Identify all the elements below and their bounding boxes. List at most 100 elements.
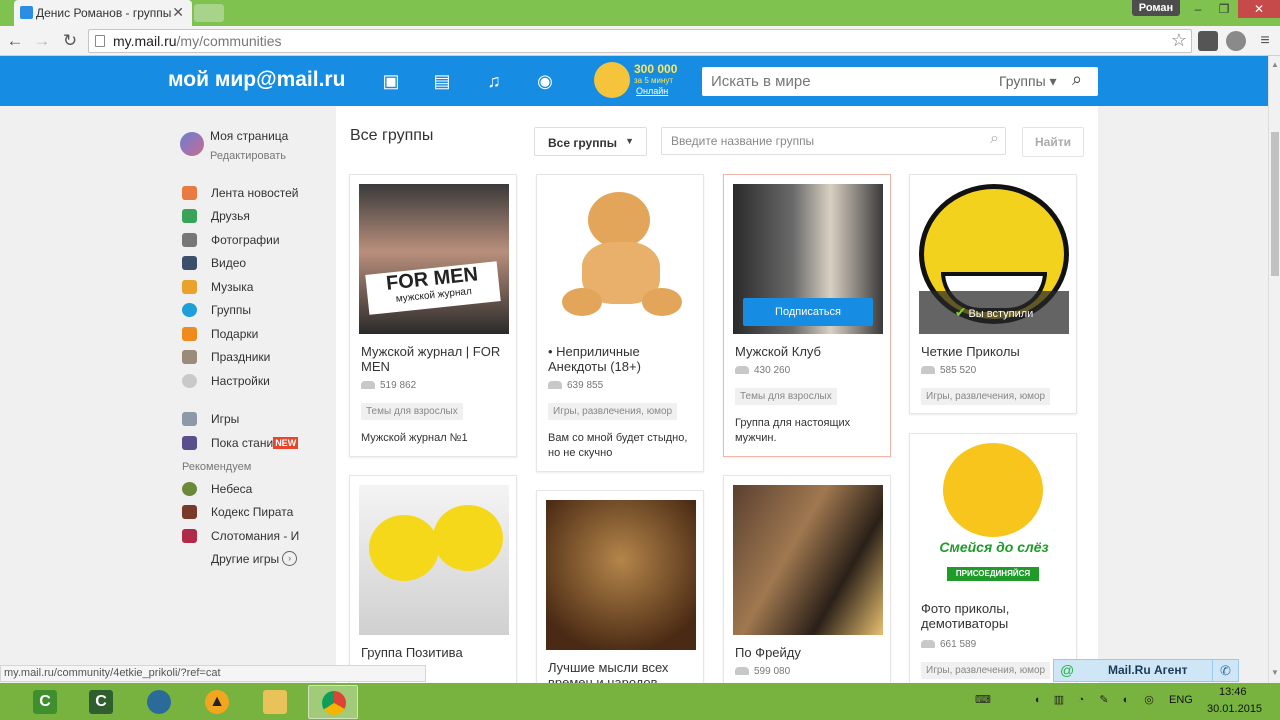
tray-pen-icon[interactable]: ✎ (1096, 692, 1112, 708)
new-tab-button[interactable] (194, 4, 224, 22)
group-image[interactable]: Смейся до слёз ПРИСОЕДИНЯЙСЯ (919, 443, 1069, 593)
scroll-down-icon[interactable]: ▼ (1271, 668, 1279, 677)
reload-icon[interactable]: ↻ (59, 30, 81, 52)
group-category[interactable]: Игры, развлечения, юмор (921, 388, 1051, 405)
extension-icon[interactable] (1198, 31, 1218, 51)
taskbar-app-shield[interactable] (134, 685, 184, 719)
taskbar-app-explorer[interactable] (250, 685, 300, 719)
close-window-icon[interactable]: ✕ (1238, 0, 1280, 18)
taskbar-app-aimp[interactable]: ▲ (192, 685, 242, 719)
group-name[interactable]: Фото приколы, демотиваторы (921, 601, 1071, 631)
language-indicator[interactable]: ENG (1169, 694, 1193, 706)
tray-update-icon[interactable]: ◐ (1118, 692, 1134, 708)
group-name[interactable]: Мужской Клуб (735, 344, 885, 359)
close-tab-icon[interactable]: ✕ (172, 4, 184, 21)
group-name[interactable]: • Неприличные Анекдоты (18+) (548, 344, 698, 374)
sidebar-item-music[interactable]: Музыка (182, 279, 253, 297)
bell-icon[interactable]: ♫ (483, 70, 505, 92)
subscribe-button[interactable]: Подписаться (743, 298, 873, 326)
group-card[interactable]: Смейся до слёз ПРИСОЕДИНЯЙСЯ Фото прикол… (909, 433, 1077, 695)
sidebar-item-photos[interactable]: Фотографии (182, 232, 280, 250)
gamepad-icon[interactable]: ◉ (534, 70, 556, 92)
group-image[interactable] (546, 184, 696, 334)
mailru-agent-bar[interactable]: @ Mail.Ru Агент ✆ (1053, 659, 1239, 682)
members-count: 430 260 (754, 365, 791, 376)
speaker-icon[interactable]: ◖ (1029, 692, 1045, 708)
global-search-input[interactable] (702, 67, 982, 96)
sidebar-item-game-sloto[interactable]: Слотомания - И (182, 528, 299, 546)
sidebar-item-game-poka[interactable]: Пока стани NEW (182, 435, 299, 453)
browser-tab[interactable]: Денис Романов - группы ✕ (14, 0, 192, 26)
group-card[interactable]: FOR MEN мужской журнал Мужской журнал | … (349, 174, 517, 457)
restore-icon[interactable]: ❐ (1212, 0, 1236, 18)
gear-icon (182, 373, 197, 388)
chat-icon[interactable]: ▤ (431, 70, 453, 92)
find-button[interactable]: Найти (1022, 127, 1084, 157)
messages-icon[interactable]: ▣ (380, 70, 402, 92)
tray-agent-icon[interactable]: ◎ (1141, 692, 1157, 708)
site-logo[interactable]: мой мир@mail.ru (168, 68, 345, 92)
scroll-thumb[interactable] (1271, 132, 1279, 276)
page-scrollbar[interactable]: ▲ ▼ (1268, 56, 1280, 683)
bookmark-star-icon[interactable]: ☆ (1171, 30, 1187, 51)
more-games-link[interactable]: Другие игры › (211, 551, 298, 569)
clock-date[interactable]: 30.01.2015 (1207, 703, 1262, 715)
url-bar[interactable]: my.mail.ru/my/communities ☆ (88, 29, 1192, 53)
group-image[interactable] (359, 485, 509, 635)
promo-link[interactable]: Онлайн (636, 86, 668, 96)
avatar[interactable] (180, 132, 204, 156)
clock-time[interactable]: 13:46 (1219, 686, 1247, 698)
sidebar-item-news[interactable]: Лента новостей (182, 185, 299, 203)
group-card[interactable]: Группа Позитива (349, 475, 517, 695)
group-search-input[interactable] (662, 128, 962, 154)
extension-globe-icon[interactable] (1226, 31, 1246, 51)
group-card[interactable]: Лучшие мысли всех времен и народов (536, 490, 704, 695)
group-name[interactable]: Группа Позитива (361, 645, 511, 660)
sidebar-item-groups[interactable]: Группы (182, 302, 251, 320)
group-name[interactable]: Четкие Приколы (921, 344, 1071, 359)
group-image[interactable]: FOR MEN мужской журнал (359, 184, 509, 334)
tray-app-icon[interactable]: ◔ (1073, 692, 1089, 708)
search-scope-dropdown[interactable]: Группы ▾ (999, 73, 1057, 90)
sidebar-item-game-pirate[interactable]: Кодекс Пирата (182, 504, 293, 522)
scroll-up-icon[interactable]: ▲ (1271, 60, 1279, 69)
group-category[interactable]: Темы для взрослых (361, 403, 463, 420)
sidebar-item-holidays[interactable]: Праздники (182, 349, 270, 367)
minimize-icon[interactable]: – (1186, 0, 1210, 18)
sidebar-item-gifts[interactable]: Подарки (182, 326, 258, 344)
taskbar-app-chrome[interactable] (308, 685, 358, 719)
sidebar-item-games[interactable]: Игры (182, 411, 239, 429)
group-image[interactable]: Подписаться (733, 184, 883, 334)
group-category[interactable]: Игры, развлечения, юмор (921, 662, 1051, 679)
network-icon[interactable]: ▥ (1051, 692, 1067, 708)
taskbar-app-camtasia[interactable]: C (20, 685, 70, 719)
back-icon[interactable]: ← (4, 30, 26, 52)
groups-filter-dropdown[interactable]: Все группы ▼ (534, 127, 647, 156)
group-card[interactable]: По Фрейду 599 080 (723, 475, 891, 695)
search-icon[interactable]: ⌕ (1072, 69, 1082, 90)
group-image[interactable] (733, 485, 883, 635)
sidebar-item-game-nebesa[interactable]: Небеса (182, 481, 252, 499)
group-card[interactable]: Подписаться Мужской Клуб 430 260 Темы дл… (723, 174, 891, 457)
my-page-link[interactable]: Моя страница (210, 129, 288, 143)
edit-profile-link[interactable]: Редактировать (210, 150, 286, 162)
group-image[interactable]: ✔ Вы вступили (919, 184, 1069, 334)
phone-icon[interactable]: ✆ (1212, 660, 1238, 681)
group-name[interactable]: Мужской журнал | FOR MEN (361, 344, 511, 374)
menu-icon[interactable]: ≡ (1254, 30, 1276, 52)
sidebar-item-settings[interactable]: Настройки (182, 373, 270, 391)
group-category[interactable]: Игры, развлечения, юмор (548, 403, 678, 420)
forward-icon[interactable]: → (31, 30, 53, 52)
sidebar-item-video[interactable]: Видео (182, 255, 246, 273)
group-name[interactable]: По Фрейду (735, 645, 885, 660)
group-image[interactable] (546, 500, 696, 650)
keyboard-icon[interactable]: ⌨ (970, 692, 996, 708)
sidebar-item-friends[interactable]: Друзья (182, 208, 250, 226)
promo-banner[interactable]: 300 000 за 5 минут Онлайн (594, 60, 686, 102)
group-card[interactable]: • Неприличные Анекдоты (18+) 639 855 Игр… (536, 174, 704, 472)
group-category[interactable]: Темы для взрослых (735, 388, 837, 405)
game-pirate-icon (182, 504, 197, 519)
taskbar-app-camtasia-recorder[interactable]: C (76, 685, 126, 719)
user-profile-button[interactable]: Роман (1132, 0, 1180, 16)
group-card[interactable]: ✔ Вы вступили Четкие Приколы 585 520 Игры… (909, 174, 1077, 414)
